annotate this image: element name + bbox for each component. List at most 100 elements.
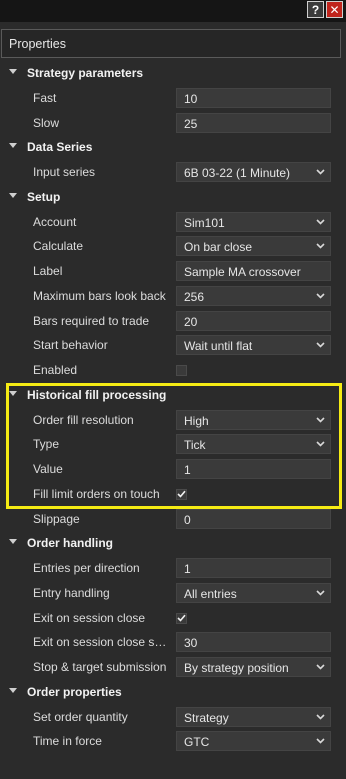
field-value: GTC bbox=[184, 735, 210, 750]
property-label: Exit on session close bbox=[33, 610, 146, 625]
property-row-slow: Slow 25 bbox=[0, 111, 346, 136]
field-value: By strategy position bbox=[184, 661, 289, 675]
title-bar: ? ✕ bbox=[0, 0, 346, 22]
property-row-exit-on-session-close: Exit on session close bbox=[0, 606, 346, 631]
text-field[interactable]: 10 bbox=[176, 87, 331, 108]
property-row-order-fill-resolution: Order fill resolution High bbox=[0, 408, 346, 433]
property-row-fast: Fast 10 bbox=[0, 86, 346, 111]
property-row-stop-and-target-submission: Stop & target submission By strategy posi… bbox=[0, 655, 346, 680]
property-label: Enabled bbox=[33, 363, 78, 377]
text-field[interactable]: 20 bbox=[176, 310, 331, 331]
field-value: Sim101 bbox=[184, 215, 225, 230]
dropdown-field[interactable]: Wait until flat bbox=[176, 335, 331, 356]
text-field[interactable]: 1 bbox=[176, 459, 331, 479]
field-value: 256 bbox=[184, 289, 205, 304]
dropdown-field[interactable]: Tick bbox=[176, 434, 331, 455]
properties-title: Properties bbox=[9, 37, 66, 51]
dropdown-field[interactable]: On bar close bbox=[176, 236, 331, 257]
category-label: Historical fill processing bbox=[27, 387, 167, 402]
category-label: Order handling bbox=[27, 536, 114, 551]
property-row-slippage: Slippage 0 bbox=[0, 507, 346, 532]
property-label: Label bbox=[33, 264, 63, 278]
property-label: Maximum bars look back bbox=[33, 288, 166, 303]
text-field[interactable]: 0 bbox=[176, 508, 331, 529]
chevron-down-icon[interactable] bbox=[316, 664, 325, 670]
collapse-arrow-icon[interactable] bbox=[9, 143, 17, 149]
dropdown-field[interactable]: Strategy bbox=[176, 706, 331, 727]
property-row-label: Label Sample MA crossover bbox=[0, 259, 346, 284]
property-label: Slippage bbox=[33, 511, 80, 526]
property-label: Fast bbox=[33, 90, 57, 105]
category-label: Setup bbox=[27, 189, 61, 204]
collapse-arrow-icon[interactable] bbox=[9, 390, 17, 396]
dropdown-field[interactable]: High bbox=[176, 409, 331, 430]
properties-header: Properties bbox=[1, 29, 341, 58]
checkbox[interactable] bbox=[176, 612, 187, 624]
property-row-exit-on-session-close-seconds: Exit on session close seconds 30 bbox=[0, 630, 346, 655]
field-value: Wait until flat bbox=[184, 339, 253, 354]
dropdown-field[interactable]: GTC bbox=[176, 731, 331, 752]
chevron-down-icon[interactable] bbox=[316, 218, 325, 225]
category-order-handling[interactable]: Order handling bbox=[0, 531, 346, 556]
chevron-down-icon[interactable] bbox=[316, 713, 325, 720]
category-historical-fill-processing[interactable]: Historical fill processing bbox=[0, 383, 346, 408]
property-row-calculate: Calculate On bar close bbox=[0, 234, 346, 259]
property-label: Entry handling bbox=[33, 585, 110, 600]
text-field[interactable]: 1 bbox=[176, 558, 331, 578]
field-value: 1 bbox=[184, 562, 191, 576]
property-label: Calculate bbox=[33, 239, 84, 254]
property-label: Bars required to trade bbox=[33, 313, 150, 328]
chevron-down-icon[interactable] bbox=[316, 169, 325, 175]
chevron-down-icon[interactable] bbox=[316, 243, 325, 249]
category-label: Data Series bbox=[27, 140, 93, 155]
property-label: Input series bbox=[33, 165, 96, 179]
field-value: 30 bbox=[184, 636, 198, 651]
field-value: 25 bbox=[184, 116, 198, 131]
checkbox[interactable] bbox=[176, 488, 187, 500]
dropdown-field[interactable]: All entries bbox=[176, 582, 331, 603]
chevron-down-icon[interactable] bbox=[316, 441, 325, 447]
dropdown-field[interactable]: 6B 03-22 (1 Minute) bbox=[176, 162, 331, 182]
collapse-arrow-icon[interactable] bbox=[9, 69, 17, 74]
category-setup[interactable]: Setup bbox=[0, 185, 346, 210]
field-value: 20 bbox=[184, 314, 198, 329]
collapse-arrow-icon[interactable] bbox=[9, 539, 17, 545]
category-strategy-parameters[interactable]: Strategy parameters bbox=[0, 61, 346, 86]
text-field[interactable]: 25 bbox=[176, 112, 331, 133]
field-value: Sample MA crossover bbox=[184, 265, 301, 279]
collapse-arrow-icon[interactable] bbox=[9, 687, 17, 693]
field-value: High bbox=[184, 413, 209, 428]
chevron-down-icon[interactable] bbox=[316, 342, 325, 348]
property-row-bars-required-to-trade: Bars required to trade 20 bbox=[0, 309, 346, 334]
chevron-down-icon[interactable] bbox=[316, 590, 325, 596]
checkbox[interactable] bbox=[176, 365, 187, 376]
text-field[interactable]: 30 bbox=[176, 632, 331, 653]
property-label: Exit on session close seconds bbox=[33, 635, 169, 650]
property-row-value: Value 1 bbox=[0, 457, 346, 482]
field-value: 1 bbox=[184, 463, 191, 477]
property-row-start-behavior: Start behavior Wait until flat bbox=[0, 333, 346, 358]
property-label: Start behavior bbox=[33, 338, 108, 353]
property-label: Slow bbox=[33, 115, 60, 130]
help-button[interactable]: ? bbox=[307, 1, 324, 18]
collapse-arrow-icon[interactable] bbox=[9, 192, 17, 198]
category-data-series[interactable]: Data Series bbox=[0, 135, 346, 160]
property-row-maximum-bars-look-back: Maximum bars look back 256 bbox=[0, 284, 346, 309]
chevron-down-icon[interactable] bbox=[316, 293, 325, 299]
chevron-down-icon[interactable] bbox=[316, 416, 325, 423]
checkmark-icon bbox=[177, 490, 186, 498]
property-row-entries-per-direction: Entries per direction 1 bbox=[0, 556, 346, 581]
category-label: Strategy parameters bbox=[27, 66, 144, 80]
text-field[interactable]: Sample MA crossover bbox=[176, 261, 331, 281]
field-value: 10 bbox=[184, 91, 198, 106]
property-grid: Strategy parameters Fast 10 Slow 25 Data Seri… bbox=[0, 61, 346, 754]
dropdown-field[interactable]: By strategy position bbox=[176, 657, 331, 677]
checkmark-icon bbox=[177, 614, 186, 622]
property-row-input-series: Input series 6B 03-22 (1 Minute) bbox=[0, 160, 346, 185]
category-order-properties[interactable]: Order properties bbox=[0, 680, 346, 705]
dropdown-field[interactable]: Sim101 bbox=[176, 211, 331, 232]
chevron-down-icon[interactable] bbox=[316, 738, 325, 744]
close-button[interactable]: ✕ bbox=[326, 1, 343, 18]
property-label: Entries per direction bbox=[33, 561, 140, 575]
dropdown-field[interactable]: 256 bbox=[176, 285, 331, 306]
